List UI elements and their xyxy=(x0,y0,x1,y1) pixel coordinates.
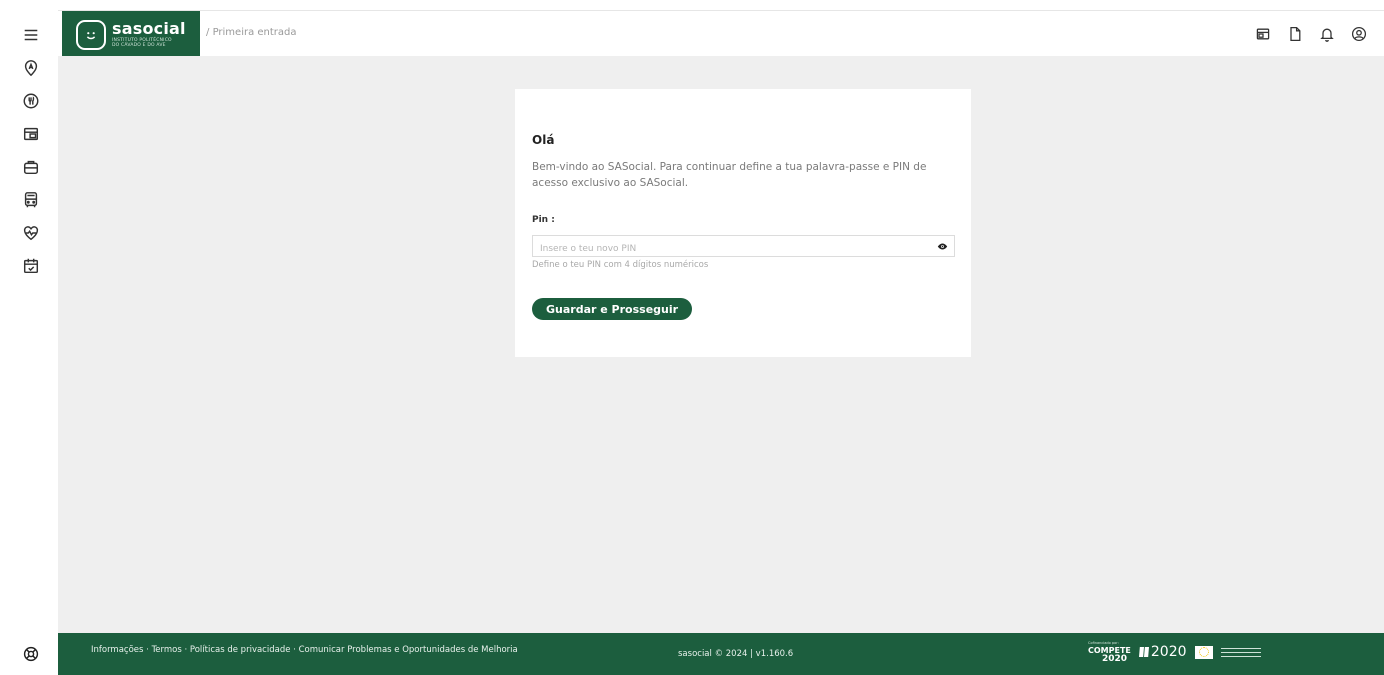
top-actions xyxy=(1254,25,1368,43)
bus-icon[interactable] xyxy=(20,189,42,211)
bell-icon[interactable] xyxy=(1318,25,1336,43)
document-icon[interactable] xyxy=(1286,25,1304,43)
accommodation-icon[interactable] xyxy=(20,57,42,79)
footer-link-report[interactable]: Comunicar Problemas e Oportunidades de M… xyxy=(299,645,518,655)
card-title: Olá xyxy=(532,133,555,147)
pin-hint: Define o teu PIN com 4 dígitos numéricos xyxy=(532,260,709,270)
app-window: sasocial INSTITUTO POLITÉCNICO DO CÁVADO… xyxy=(0,0,1384,675)
footer-copyright: sasocial © 2024 | v1.160.6 xyxy=(678,649,794,659)
briefcase-icon[interactable] xyxy=(20,156,42,178)
breadcrumb: / Primeira entrada xyxy=(206,27,297,38)
pin-label: Pin : xyxy=(532,215,555,225)
footer-link-terms[interactable]: Termos xyxy=(152,645,182,655)
help-icon[interactable] xyxy=(22,645,40,663)
top-bar: sasocial INSTITUTO POLITÉCNICO DO CÁVADO… xyxy=(58,10,1384,58)
main-content: Olá Bem-vindo ao SASocial. Para continua… xyxy=(58,56,1384,633)
funding-logos: Cofinanciado por: COMPETE 2020 2020 xyxy=(1088,641,1261,664)
footer-link-info[interactable]: Informações xyxy=(91,645,143,655)
card-description: Bem-vindo ao SASocial. Para continuar de… xyxy=(532,161,927,189)
save-continue-button[interactable]: Guardar e Prosseguir xyxy=(532,298,693,320)
footer-link-privacy[interactable]: Políticas de privacidade xyxy=(190,645,291,655)
sidebar xyxy=(0,10,58,675)
pin-input[interactable] xyxy=(533,239,954,259)
pin-field xyxy=(532,235,955,259)
health-icon[interactable] xyxy=(20,222,42,244)
footer: Informações · Termos · Políticas de priv… xyxy=(58,633,1384,675)
breadcrumb-current: Primeira entrada xyxy=(212,27,297,38)
menu-icon[interactable] xyxy=(20,24,42,46)
smiley-logo-icon xyxy=(76,19,106,50)
calendar-check-icon[interactable] xyxy=(20,255,42,277)
regional-logo xyxy=(1220,646,1261,658)
user-circle-icon[interactable] xyxy=(1350,25,1368,43)
footer-links: Informações · Termos · Políticas de priv… xyxy=(91,645,518,655)
food-icon[interactable] xyxy=(20,90,42,112)
compete-logo: Cofinanciado por: COMPETE 2020 xyxy=(1088,641,1131,664)
brand-name: sasocial xyxy=(112,19,186,38)
portugal-flag-icon xyxy=(1138,647,1149,657)
eye-icon[interactable] xyxy=(936,240,949,253)
brand-logo[interactable]: sasocial INSTITUTO POLITÉCNICO DO CÁVADO… xyxy=(62,11,200,58)
portugal-2020-logo: 2020 xyxy=(1138,644,1187,660)
wallet-icon[interactable] xyxy=(20,123,42,145)
first-login-card: Olá Bem-vindo ao SASocial. Para continua… xyxy=(515,89,971,357)
eu-flag-icon xyxy=(1194,645,1213,659)
breadcrumb-separator: / xyxy=(206,27,210,38)
cofinanced-caption: Cofinanciado por: xyxy=(1088,641,1119,645)
brand-subtitle-2: DO CÁVADO E DO AVE xyxy=(112,42,166,48)
card-icon[interactable] xyxy=(1254,25,1272,43)
